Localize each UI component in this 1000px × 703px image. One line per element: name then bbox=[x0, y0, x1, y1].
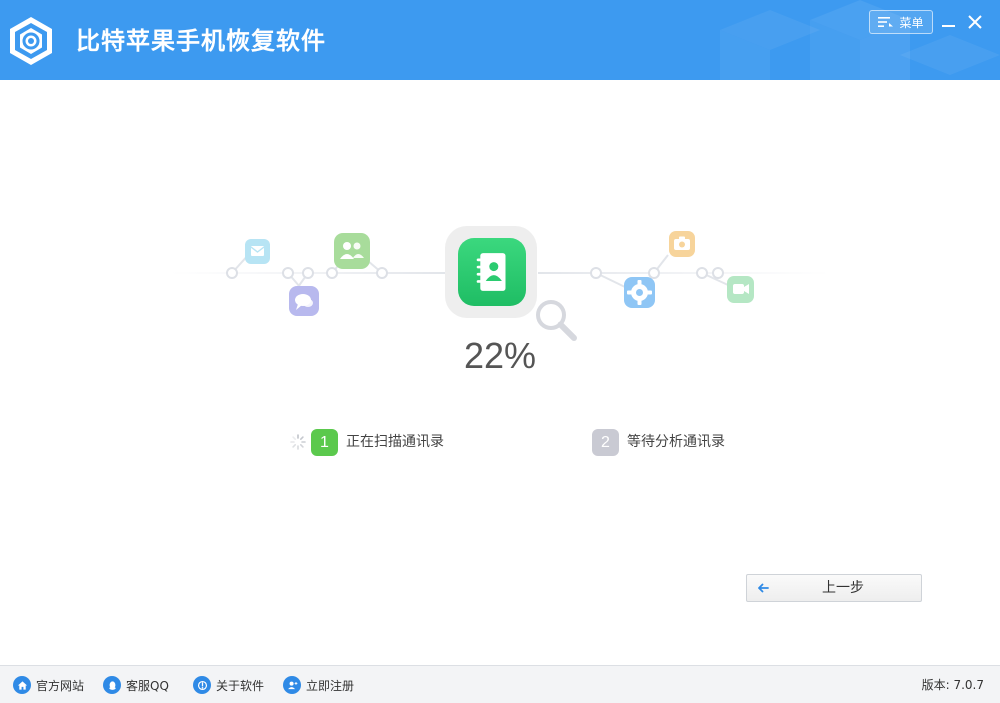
track-node bbox=[376, 267, 388, 279]
settings-icon bbox=[624, 277, 655, 308]
official-website-link[interactable]: 官方网站 bbox=[13, 675, 84, 695]
support-qq-link[interactable]: 客服QQ bbox=[103, 675, 169, 695]
footer-bar: 官方网站 客服QQ 关于软件 立即注册 版本: 7.0.7 bbox=[0, 665, 1000, 703]
footer-link-label: 客服QQ bbox=[126, 678, 169, 693]
track-node bbox=[302, 267, 314, 279]
qq-icon bbox=[103, 676, 121, 694]
track-node bbox=[226, 267, 238, 279]
version-text: 版本: 7.0.7 bbox=[921, 678, 984, 692]
chat-icon bbox=[289, 286, 319, 316]
step-number-badge: 2 bbox=[592, 429, 619, 456]
title-bar: 比特苹果手机恢复软件 菜单 bbox=[0, 0, 1000, 80]
app-title: 比特苹果手机恢复软件 bbox=[76, 27, 326, 55]
user-add-icon bbox=[283, 676, 301, 694]
mail-icon bbox=[245, 239, 270, 264]
footer-link-label: 立即注册 bbox=[306, 678, 355, 693]
step-label: 正在扫描通讯录 bbox=[346, 434, 444, 450]
back-button[interactable]: 上一步 bbox=[746, 574, 922, 602]
footer-link-label: 关于软件 bbox=[216, 678, 265, 693]
menu-button[interactable]: 菜单 bbox=[869, 10, 933, 34]
about-software-link[interactable]: 关于软件 bbox=[193, 675, 264, 695]
menu-list-icon bbox=[878, 17, 894, 27]
address-book-icon bbox=[458, 238, 526, 306]
track-node bbox=[712, 267, 724, 279]
step-label: 等待分析通讯录 bbox=[627, 434, 725, 450]
camera-icon bbox=[669, 231, 695, 257]
loading-spinner-icon bbox=[290, 434, 306, 450]
minimize-icon[interactable] bbox=[940, 12, 958, 32]
track-node bbox=[282, 267, 294, 279]
back-button-label: 上一步 bbox=[822, 580, 864, 596]
track-node bbox=[590, 267, 602, 279]
track-node bbox=[696, 267, 708, 279]
contacts-group-icon bbox=[334, 233, 370, 269]
menu-label: 菜单 bbox=[899, 15, 924, 30]
app-logo-icon bbox=[10, 17, 52, 65]
footer-link-label: 官方网站 bbox=[36, 678, 85, 693]
right-track-line bbox=[538, 272, 830, 274]
home-icon bbox=[13, 676, 31, 694]
step-number-badge: 1 bbox=[311, 429, 338, 456]
info-icon bbox=[193, 676, 211, 694]
track-node bbox=[648, 267, 660, 279]
close-icon[interactable] bbox=[966, 12, 984, 32]
register-now-link[interactable]: 立即注册 bbox=[283, 675, 354, 695]
track-node bbox=[326, 267, 338, 279]
video-icon bbox=[727, 276, 754, 303]
scan-progress-percent: 22% bbox=[463, 335, 537, 376]
